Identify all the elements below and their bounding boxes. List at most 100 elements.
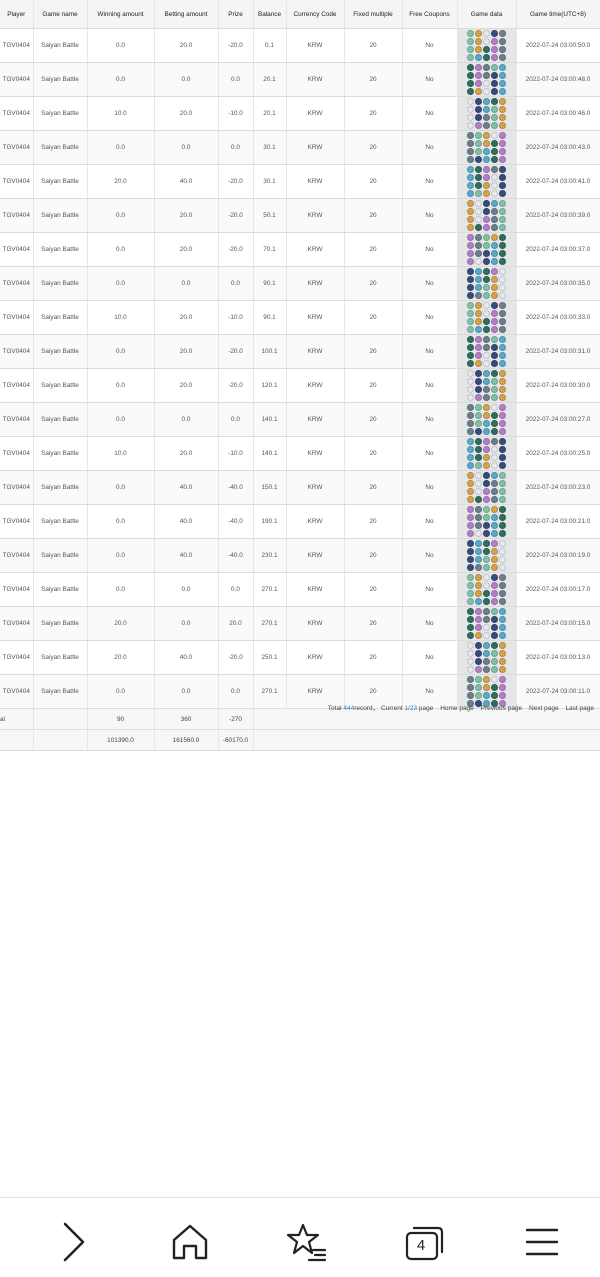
slot-symbol-icon <box>475 404 482 411</box>
slot-symbol-icon <box>499 522 506 529</box>
slot-symbol-icon <box>499 54 506 61</box>
slot-symbol-icon <box>475 608 482 615</box>
slot-symbol-icon <box>467 574 474 581</box>
home-button[interactable] <box>168 1220 212 1264</box>
game-data-symbol-grid <box>458 30 516 61</box>
slot-symbol-icon <box>499 106 506 113</box>
menu-button[interactable] <box>519 1220 563 1264</box>
tabs-button[interactable]: 4 <box>402 1220 446 1264</box>
cell-betting-amount: 40.0 <box>154 164 219 199</box>
cell-free-coupons: No <box>402 198 458 233</box>
slot-symbol-icon <box>475 472 482 479</box>
slot-symbol-icon <box>491 242 498 249</box>
cell-game-time: 2022-07-24 03:00:43.0 <box>516 130 600 165</box>
cell-balance: 270.1 <box>253 572 287 607</box>
slot-symbol-icon <box>491 122 498 129</box>
cell-prize: -10.0 <box>218 300 254 335</box>
slot-symbol-icon <box>499 30 506 37</box>
cell-fixed-multiple: 20 <box>344 130 403 165</box>
forward-button[interactable] <box>51 1220 95 1264</box>
slot-symbol-icon <box>499 632 506 639</box>
slot-symbol-icon <box>475 684 482 691</box>
slot-symbol-icon <box>491 268 498 275</box>
slot-symbol-icon <box>491 30 498 37</box>
slot-symbol-icon <box>475 522 482 529</box>
total-empty <box>253 729 600 751</box>
cell-game-name: Saiyan Battle <box>33 300 88 335</box>
game-data-symbol-grid <box>458 540 516 571</box>
slot-symbol-icon <box>499 370 506 377</box>
slot-symbol-icon <box>467 514 474 521</box>
cell-prize: 0.0 <box>218 266 254 301</box>
slot-symbol-icon <box>499 38 506 45</box>
cell-balance: 90.1 <box>253 300 287 335</box>
home-icon <box>172 1224 208 1260</box>
slot-symbol-icon <box>475 574 482 581</box>
slot-symbol-icon <box>499 420 506 427</box>
slot-symbol-icon <box>483 268 490 275</box>
slot-symbol-icon <box>491 514 498 521</box>
slot-symbol-icon <box>491 38 498 45</box>
next-page-link[interactable]: Next page <box>529 705 559 712</box>
slot-symbol-icon <box>467 106 474 113</box>
slot-symbol-icon <box>499 386 506 393</box>
previous-page-link[interactable]: Previous page <box>481 705 523 712</box>
bookmarks-button[interactable] <box>285 1220 329 1264</box>
slot-symbol-icon <box>475 692 482 699</box>
slot-symbol-icon <box>491 488 498 495</box>
cell-fixed-multiple: 20 <box>344 606 403 641</box>
header-game-name: Game name <box>33 0 88 29</box>
slot-symbol-icon <box>475 224 482 231</box>
cell-game-data <box>457 96 517 131</box>
slot-symbol-icon <box>483 462 490 469</box>
cell-prize: -20.0 <box>218 198 254 233</box>
slot-symbol-icon <box>499 394 506 401</box>
slot-symbol-icon <box>467 378 474 385</box>
slot-symbol-icon <box>475 530 482 537</box>
slot-symbol-icon <box>491 292 498 299</box>
slot-symbol-icon <box>491 360 498 367</box>
cell-winning-amount: 10.0 <box>87 436 155 471</box>
slot-symbol-icon <box>491 608 498 615</box>
cell-fixed-multiple: 20 <box>344 198 403 233</box>
slot-symbol-icon <box>483 38 490 45</box>
slot-symbol-icon <box>483 692 490 699</box>
cell-player: TGV0404 <box>0 266 34 301</box>
slot-symbol-icon <box>467 472 474 479</box>
cell-balance: 270.1 <box>253 606 287 641</box>
slot-symbol-icon <box>475 344 482 351</box>
slot-symbol-icon <box>499 276 506 283</box>
slot-symbol-icon <box>499 72 506 79</box>
cell-free-coupons: No <box>402 130 458 165</box>
slot-symbol-icon <box>467 268 474 275</box>
cell-currency-code: KRW <box>286 368 345 403</box>
slot-symbol-icon <box>467 582 474 589</box>
cell-game-name: Saiyan Battle <box>33 402 88 437</box>
slot-symbol-icon <box>483 224 490 231</box>
slot-symbol-icon <box>499 658 506 665</box>
slot-symbol-icon <box>499 446 506 453</box>
slot-symbol-icon <box>491 530 498 537</box>
slot-symbol-icon <box>499 88 506 95</box>
slot-symbol-icon <box>491 72 498 79</box>
slot-symbol-icon <box>475 208 482 215</box>
slot-symbol-icon <box>499 166 506 173</box>
current-page: 1/23 <box>404 705 418 712</box>
home-page-link[interactable]: Home page <box>440 705 474 712</box>
cell-prize: -20.0 <box>218 28 254 63</box>
slot-symbol-icon <box>467 352 474 359</box>
slot-symbol-icon <box>475 268 482 275</box>
slot-symbol-icon <box>491 454 498 461</box>
slot-symbol-icon <box>491 284 498 291</box>
grand-total-row: 101390.0 161560.0 -60170.0 <box>0 729 600 751</box>
cell-game-data <box>457 504 517 539</box>
slot-symbol-icon <box>483 46 490 53</box>
cell-game-name: Saiyan Battle <box>33 538 88 573</box>
pagination: Total 444record， Current 1/23 page Home … <box>328 702 594 712</box>
last-page-link[interactable]: Last page <box>565 705 594 712</box>
cell-game-time: 2022-07-24 03:00:21.0 <box>516 504 600 539</box>
slot-symbol-icon <box>475 318 482 325</box>
slot-symbol-icon <box>483 208 490 215</box>
slot-symbol-icon <box>483 496 490 503</box>
slot-symbol-icon <box>499 98 506 105</box>
